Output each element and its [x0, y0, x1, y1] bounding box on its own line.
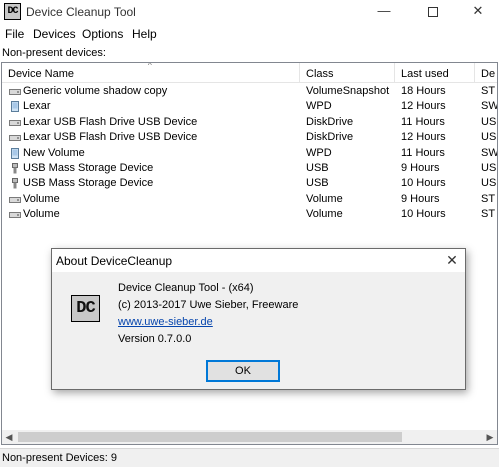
table-row[interactable]: USB Mass Storage Device USB 10 Hours US [2, 176, 497, 191]
table-row[interactable]: Lexar WPD 12 Hours SW [2, 99, 498, 114]
column-header-description[interactable]: De [475, 63, 497, 83]
dialog-close-button[interactable]: ✕ [440, 250, 464, 271]
table-row[interactable]: USB Mass Storage Device USB 9 Hours US [2, 161, 497, 176]
cell-last-used: 18 Hours [401, 85, 446, 97]
drive-icon [9, 209, 21, 220]
cell-class: VolumeSnapshot [306, 85, 390, 97]
about-dialog: About DeviceCleanup ✕ DC Device Cleanup … [51, 248, 466, 390]
table-row[interactable]: New Volume WPD 11 Hours SW [2, 146, 498, 161]
cell-class: Volume [306, 208, 343, 221]
status-text: Non-present Devices: 9 [2, 452, 117, 464]
cell-description: SW [481, 100, 498, 113]
portable-device-icon [9, 147, 21, 159]
dialog-body: DC Device Cleanup Tool - (x64) (c) 2013-… [52, 272, 465, 389]
section-label: Non-present devices: [2, 47, 106, 59]
table-row[interactable]: Generic volume shadow copy VolumeSnapshot… [2, 84, 497, 99]
scroll-left-icon[interactable]: ◀ [2, 430, 16, 444]
usb-plug-icon [9, 163, 21, 174]
cell-description: US [481, 131, 497, 144]
cell-class: Volume [306, 192, 343, 205]
table-row[interactable]: Volume Volume 9 Hours ST [2, 192, 497, 207]
maximize-icon [428, 6, 438, 17]
cell-last-used: 10 Hours [401, 208, 446, 221]
cell-device-name: Volume [23, 208, 60, 221]
menu-devices[interactable]: Devices [33, 27, 76, 41]
column-header-device-name[interactable]: Device Name [2, 63, 300, 83]
status-bar: Non-present Devices: 9 [0, 448, 499, 467]
menu-help[interactable]: Help [132, 27, 157, 41]
app-logo: DC [71, 295, 100, 322]
minimize-button[interactable]: — [361, 0, 407, 24]
dialog-product-name: Device Cleanup Tool - (x64) [118, 282, 254, 294]
cell-device-name: Lexar USB Flash Drive USB Device [23, 131, 198, 144]
cell-last-used: 9 Hours [401, 192, 440, 205]
cell-device-name: Generic volume shadow copy [23, 85, 168, 97]
cell-device-name: New Volume [23, 146, 85, 159]
drive-icon [9, 132, 21, 143]
cell-last-used: 11 Hours [401, 115, 445, 128]
cell-last-used: 12 Hours [401, 100, 446, 113]
table-row[interactable]: Volume Volume 10 Hours ST [2, 207, 497, 222]
column-header-class[interactable]: Class [300, 63, 395, 83]
cell-class: DiskDrive [306, 115, 354, 128]
cell-device-name: Volume [23, 192, 60, 205]
table-row[interactable]: Lexar USB Flash Drive USB Device DiskDriv… [2, 130, 497, 145]
scrollbar-thumb[interactable] [18, 432, 402, 442]
cell-description: SW [481, 146, 498, 159]
menu-file[interactable]: File [5, 27, 24, 41]
dialog-title-bar: About DeviceCleanup ✕ [52, 249, 465, 272]
cell-description: ST [481, 192, 496, 205]
cell-last-used: 10 Hours [401, 177, 446, 190]
website-link[interactable]: www.uwe-sieber.de [118, 316, 213, 328]
cell-class: DiskDrive [306, 131, 354, 144]
cell-device-name: Lexar [23, 100, 51, 113]
dialog-copyright: (c) 2013-2017 Uwe Sieber, Freeware [118, 299, 299, 311]
cell-class: USB [306, 177, 329, 190]
maximize-button[interactable] [410, 0, 456, 24]
cell-description: ST [481, 85, 496, 97]
cell-description: US [481, 115, 497, 128]
cell-last-used: 9 Hours [401, 162, 440, 174]
drive-icon [9, 194, 21, 205]
cell-last-used: 12 Hours [401, 131, 446, 144]
portable-device-icon [9, 101, 21, 113]
dialog-title: About DeviceCleanup [56, 254, 173, 268]
window-title: Device Cleanup Tool [26, 5, 136, 19]
dialog-version: Version 0.7.0.0 [118, 333, 192, 345]
menu-bar: File Devices Options Help [0, 24, 499, 44]
drive-icon [9, 117, 21, 128]
cell-device-name: USB Mass Storage Device [23, 162, 154, 174]
title-bar: DC Device Cleanup Tool — ✕ [0, 0, 499, 24]
cell-description: US [481, 177, 497, 190]
ok-button[interactable]: OK [206, 360, 280, 382]
column-header-last-used[interactable]: Last used [395, 63, 475, 83]
list-header: ^ Device Name Class Last used De [2, 63, 497, 83]
usb-plug-icon [9, 178, 21, 189]
cell-description: US [481, 162, 497, 174]
drive-icon [9, 86, 21, 97]
table-row[interactable]: Lexar USB Flash Drive USB Device DiskDriv… [2, 115, 497, 130]
cell-class: WPD [306, 146, 332, 159]
menu-options[interactable]: Options [82, 27, 123, 41]
horizontal-scrollbar[interactable]: ◀ ▶ [2, 430, 497, 444]
cell-class: USB [306, 162, 329, 174]
cell-description: ST [481, 208, 496, 221]
cell-device-name: Lexar USB Flash Drive USB Device [23, 115, 198, 128]
close-button[interactable]: ✕ [455, 0, 499, 24]
scroll-right-icon[interactable]: ▶ [483, 430, 497, 444]
cell-last-used: 11 Hours [401, 146, 445, 159]
cell-device-name: USB Mass Storage Device [23, 177, 154, 190]
cell-class: WPD [306, 100, 332, 113]
app-icon: DC [4, 3, 21, 20]
